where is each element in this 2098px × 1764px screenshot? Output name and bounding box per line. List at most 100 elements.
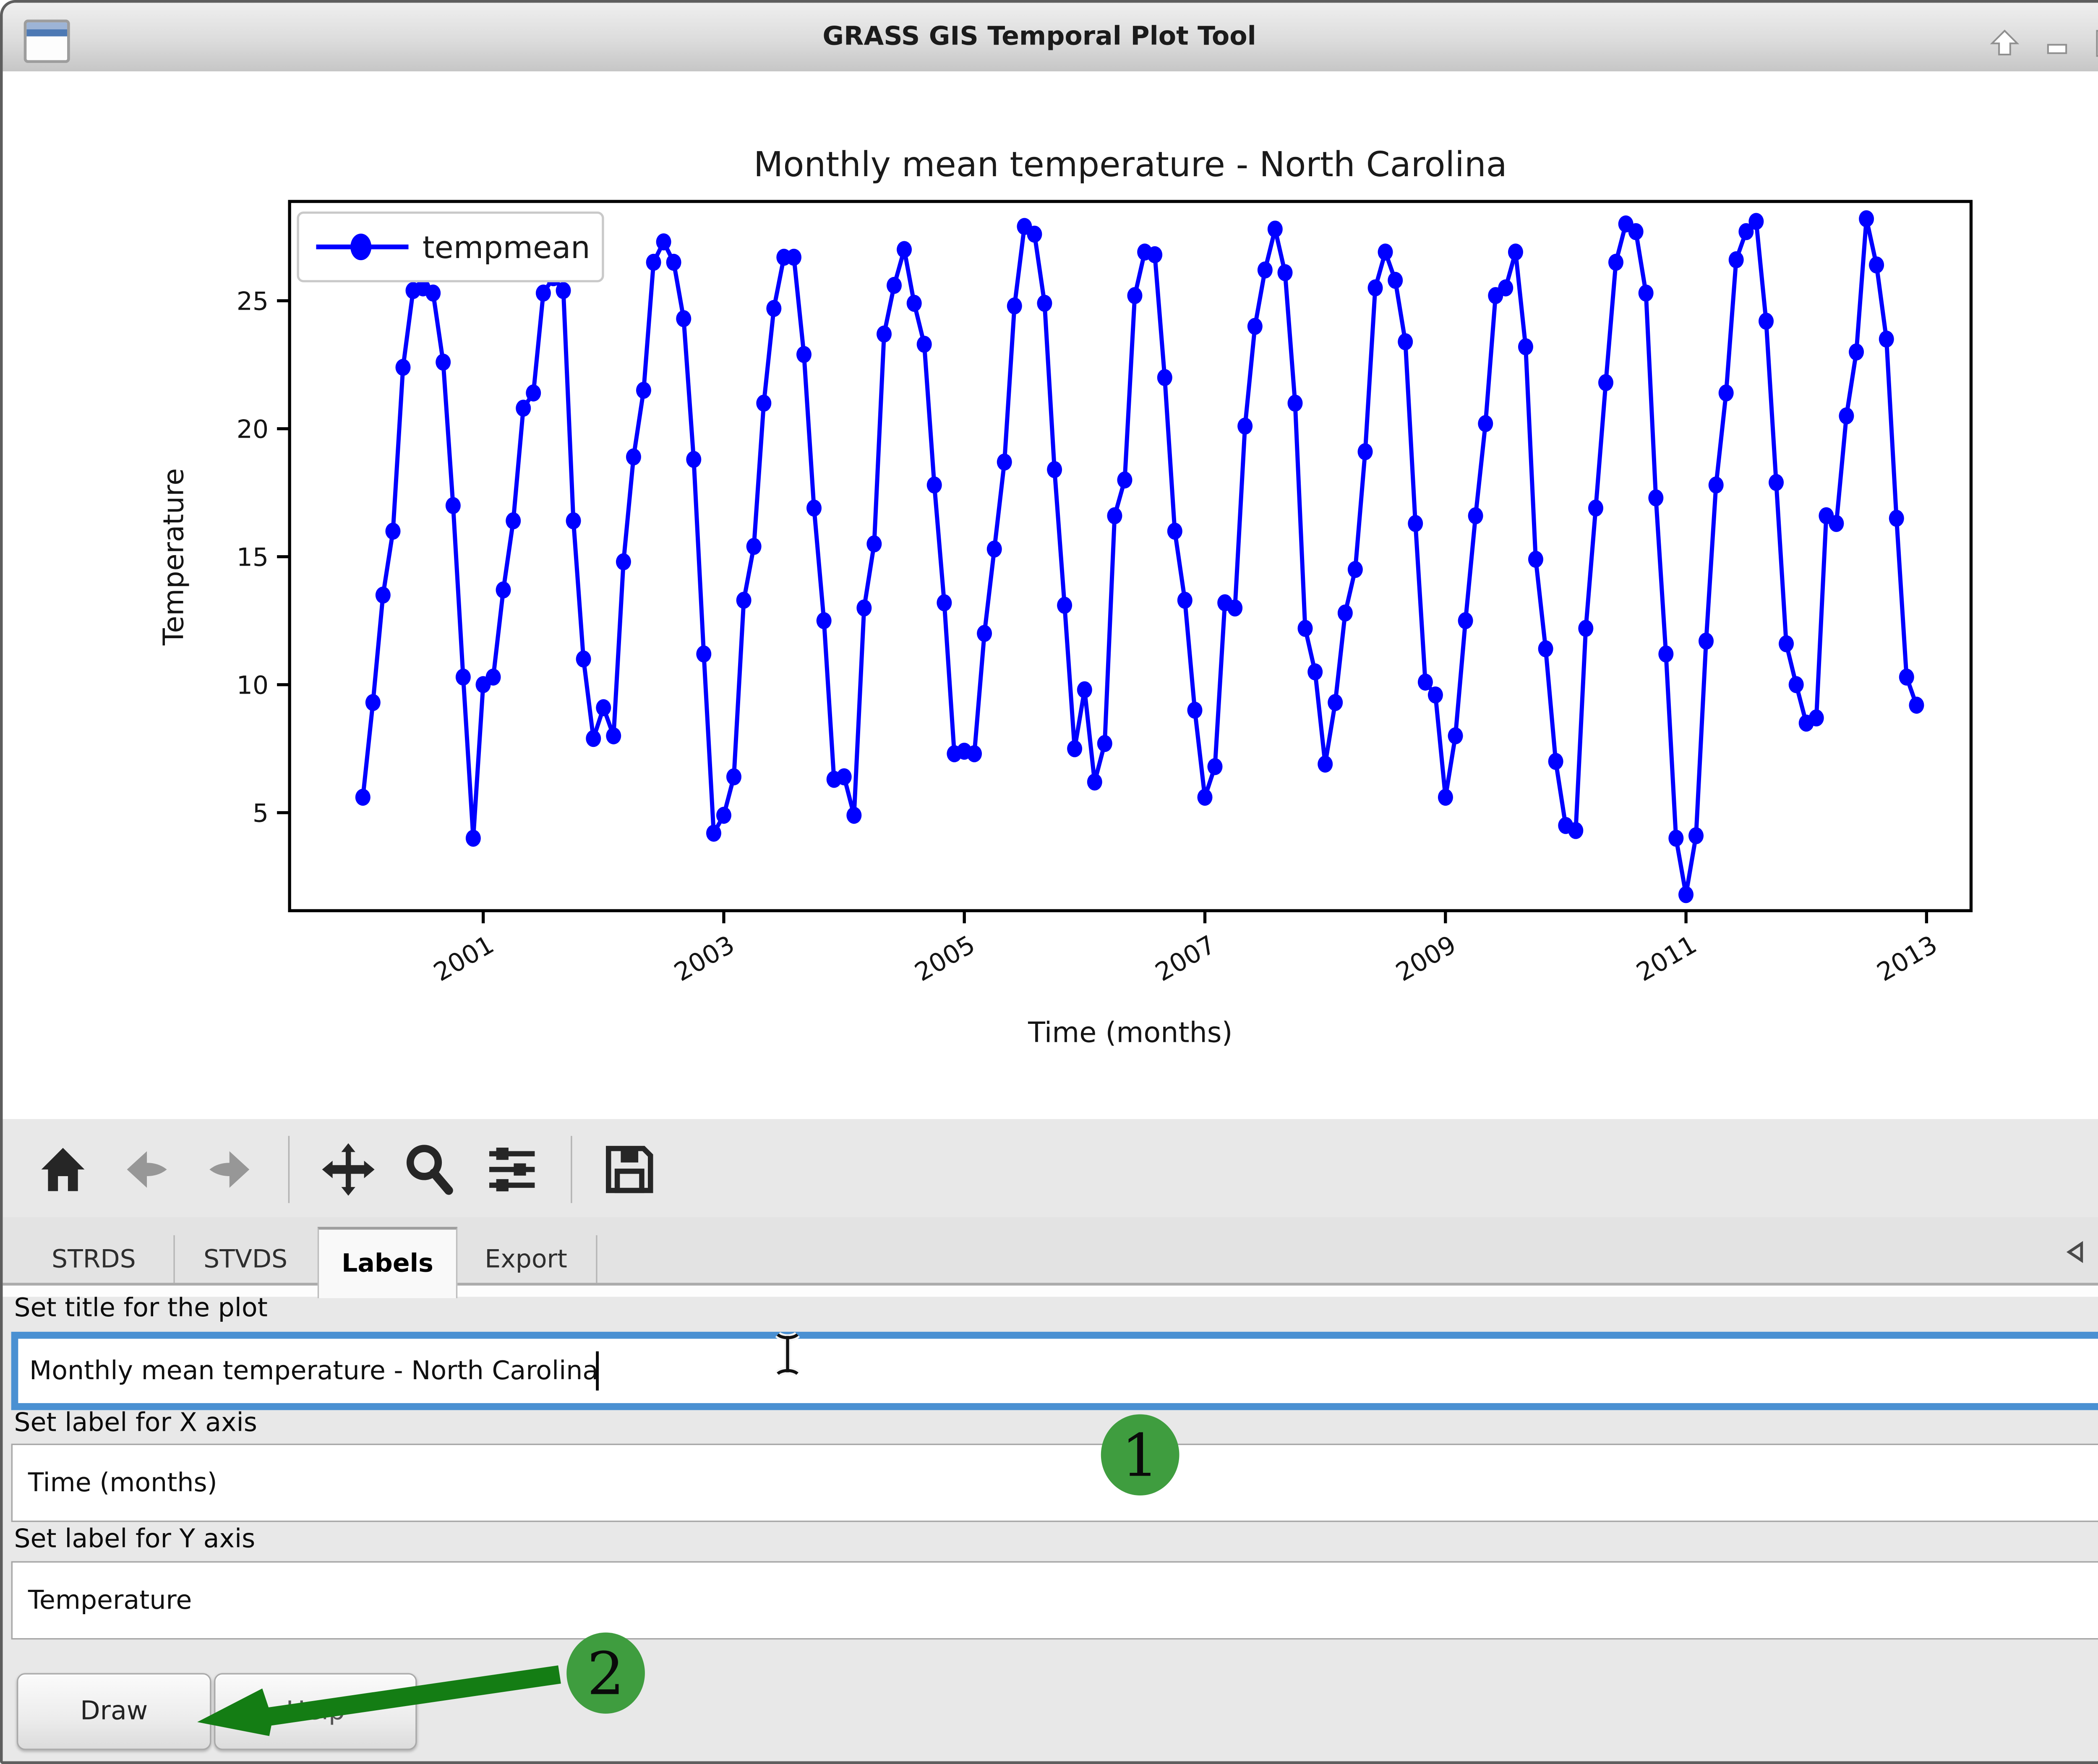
annotation-step-1: 1 bbox=[1101, 1414, 1179, 1495]
data-point bbox=[466, 830, 481, 847]
data-point bbox=[1318, 756, 1333, 773]
data-point bbox=[385, 523, 400, 540]
chart-title: Monthly mean temperature - North Carolin… bbox=[754, 145, 1507, 185]
data-point bbox=[977, 625, 992, 642]
back-arrow-icon bbox=[120, 1143, 174, 1196]
window-menu-icon[interactable] bbox=[24, 20, 70, 63]
forward-arrow-icon bbox=[203, 1143, 256, 1196]
data-point bbox=[1729, 251, 1744, 269]
data-point bbox=[866, 535, 882, 553]
data-point bbox=[786, 249, 801, 266]
data-point bbox=[586, 730, 601, 747]
y-axis-label-input[interactable] bbox=[11, 1561, 2098, 1640]
forward-button[interactable] bbox=[197, 1137, 261, 1201]
data-point bbox=[1197, 789, 1212, 806]
data-point bbox=[636, 382, 651, 399]
data-point bbox=[1628, 223, 1644, 240]
data-point bbox=[1117, 472, 1132, 489]
data-point bbox=[1779, 635, 1794, 652]
tab-stvds[interactable]: STVDS bbox=[173, 1235, 319, 1283]
x-axis-label-input[interactable] bbox=[11, 1444, 2098, 1522]
data-point bbox=[817, 612, 832, 629]
chart-xlabel: Time (months) bbox=[1028, 1016, 1232, 1049]
data-point bbox=[1748, 213, 1764, 230]
data-point bbox=[506, 512, 521, 530]
data-point bbox=[877, 326, 892, 343]
data-point bbox=[596, 699, 611, 716]
app-window: GRASS GIS Temporal Plot Tool bbox=[0, 0, 2098, 1764]
data-point bbox=[1418, 673, 1433, 691]
zoom-magnifier-icon bbox=[402, 1141, 457, 1197]
chart-canvas[interactable]: 5101520252001200320052007200920112013tem… bbox=[0, 71, 2098, 1119]
data-point bbox=[1468, 507, 1483, 525]
data-point bbox=[355, 789, 371, 806]
data-point bbox=[806, 500, 822, 517]
pan-button[interactable] bbox=[316, 1137, 380, 1201]
data-point bbox=[1639, 284, 1654, 302]
y-tick-label: 10 bbox=[237, 671, 269, 700]
data-point bbox=[1478, 415, 1493, 432]
data-point bbox=[526, 384, 541, 402]
plot-title-input[interactable] bbox=[11, 1332, 2098, 1410]
help-button[interactable]: Help bbox=[214, 1673, 417, 1750]
data-point bbox=[1498, 279, 1513, 297]
tab-export[interactable]: Export bbox=[456, 1235, 598, 1283]
data-point bbox=[1719, 384, 1734, 402]
titlebar[interactable]: GRASS GIS Temporal Plot Tool bbox=[3, 3, 2098, 73]
data-point bbox=[696, 645, 711, 663]
data-point bbox=[1037, 295, 1052, 312]
maximize-button[interactable] bbox=[2090, 25, 2098, 60]
data-point bbox=[1057, 597, 1072, 614]
data-point bbox=[1268, 221, 1283, 238]
xlabel-field-label: Set label for X axis bbox=[14, 1409, 257, 1438]
data-point bbox=[1328, 694, 1343, 711]
shade-button[interactable] bbox=[1985, 25, 2023, 60]
data-point bbox=[1518, 338, 1533, 355]
tab-strds[interactable]: STRDS bbox=[14, 1235, 175, 1283]
zoom-button[interactable] bbox=[397, 1137, 462, 1201]
toolbar-separator bbox=[571, 1136, 572, 1203]
data-point bbox=[1859, 210, 1874, 227]
data-point bbox=[846, 807, 861, 824]
x-tick-label: 2003 bbox=[669, 930, 739, 987]
data-point bbox=[1167, 523, 1182, 540]
home-button[interactable] bbox=[31, 1137, 95, 1201]
annotation-step-2-number: 2 bbox=[587, 1639, 624, 1707]
data-point bbox=[856, 600, 872, 617]
draw-button[interactable]: Draw bbox=[17, 1673, 211, 1750]
data-point bbox=[1207, 758, 1222, 775]
data-point bbox=[656, 233, 671, 251]
data-point bbox=[1678, 886, 1694, 903]
data-point bbox=[1097, 735, 1112, 752]
chart-ylabel: Temperature bbox=[157, 468, 190, 646]
data-point bbox=[1107, 507, 1122, 525]
data-point bbox=[496, 582, 511, 599]
data-point bbox=[1608, 254, 1623, 271]
data-point bbox=[446, 497, 461, 514]
y-tick-label: 25 bbox=[237, 287, 269, 316]
data-point bbox=[1508, 243, 1523, 261]
annotation-step-1-number: 1 bbox=[1122, 1421, 1159, 1489]
home-icon bbox=[37, 1143, 90, 1196]
data-point bbox=[1408, 515, 1423, 532]
tab-scroll-left-button[interactable] bbox=[2061, 1237, 2091, 1267]
back-button[interactable] bbox=[115, 1137, 179, 1201]
tab-labels[interactable]: Labels bbox=[318, 1227, 457, 1298]
configure-subplots-button[interactable] bbox=[480, 1137, 544, 1201]
data-point bbox=[376, 587, 391, 604]
y-tick-label: 15 bbox=[237, 543, 269, 572]
data-point bbox=[1298, 620, 1313, 637]
data-point bbox=[1849, 343, 1864, 360]
data-point bbox=[395, 359, 410, 376]
minimize-button[interactable] bbox=[2038, 25, 2076, 60]
shade-icon bbox=[1987, 26, 2021, 60]
x-tick-label: 2011 bbox=[1631, 930, 1701, 987]
save-button[interactable] bbox=[598, 1137, 662, 1201]
data-point bbox=[1077, 681, 1092, 699]
data-point bbox=[796, 346, 812, 363]
maximize-icon bbox=[2092, 26, 2098, 60]
x-tick-label: 2009 bbox=[1391, 930, 1461, 987]
data-point bbox=[1288, 394, 1303, 412]
data-point bbox=[1899, 668, 1914, 686]
data-point bbox=[907, 295, 922, 312]
